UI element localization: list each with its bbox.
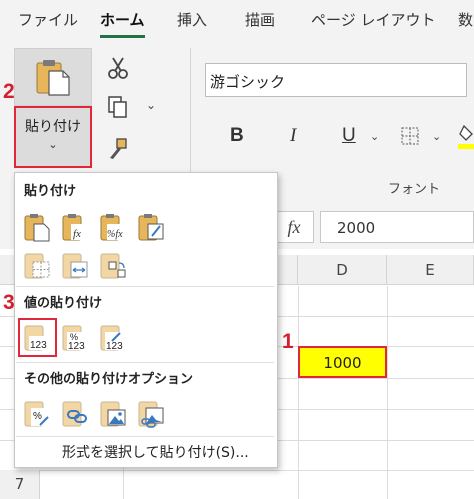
step-1-marker: 1	[282, 330, 294, 353]
paste-values-icon: 123	[24, 325, 51, 351]
paste-button[interactable]	[14, 48, 92, 106]
chevron-down-icon: ⌄	[48, 138, 58, 151]
clipboard-icon	[36, 60, 70, 96]
underline-options-chevron-icon[interactable]: ⌄	[370, 130, 379, 143]
bold-button[interactable]: B	[230, 125, 244, 147]
copy-icon	[108, 96, 127, 118]
italic-button[interactable]: I	[290, 125, 296, 147]
paste-no-borders-icon	[24, 253, 50, 279]
paste-formatting-icon: %	[24, 401, 49, 427]
active-tab-indicator	[100, 35, 145, 38]
section-paste-heading: 貼り付け	[24, 184, 77, 199]
value-123-glyph: 123	[106, 341, 123, 352]
paste-values-source-formatting-icon: 123	[100, 325, 127, 352]
paste-dropdown-button[interactable]: 貼り付け ⌄	[14, 106, 92, 168]
paste-special-menu-item[interactable]: 形式を選択して貼り付け(S)...	[62, 442, 249, 462]
paste-values-source-formatting-button[interactable]: 123	[98, 322, 128, 352]
section-paste-values-heading: 値の貼り付け	[24, 296, 103, 311]
paste-values-number-format-button[interactable]: % 123	[60, 322, 90, 352]
paste-formulas-icon: fx	[62, 214, 88, 241]
font-name-value: 游ゴシック	[210, 73, 286, 91]
formula-input[interactable]: 2000	[320, 211, 474, 243]
pct-fx-glyph: %fx	[107, 229, 123, 240]
menu-separator	[16, 362, 274, 363]
tab-file[interactable]: ファイル	[18, 9, 78, 30]
borders-icon	[401, 127, 419, 145]
copy-button[interactable]	[105, 94, 131, 125]
paste-keep-source-formatting-icon	[138, 214, 164, 241]
picture-icon	[100, 401, 126, 427]
grid-row-line	[0, 470, 474, 471]
paste-formulas-button[interactable]: fx	[60, 212, 90, 242]
paste-link-button[interactable]	[60, 398, 90, 428]
formula-value: 2000	[337, 219, 376, 237]
grid-column-line	[387, 286, 388, 499]
paste-transpose-button[interactable]	[98, 250, 128, 280]
paste-formulas-number-format-icon: %fx	[100, 214, 127, 241]
brush-icon	[110, 138, 127, 159]
paste-keep-source-formatting-button[interactable]	[136, 212, 166, 242]
paste-values-number-format-icon: % 123	[62, 325, 89, 352]
tab-home[interactable]: ホーム	[100, 9, 145, 30]
tab-draw[interactable]: 描画	[245, 9, 275, 30]
menu-separator	[16, 286, 274, 287]
insert-function-button[interactable]: fx	[274, 211, 314, 243]
paste-transpose-icon	[100, 253, 126, 279]
cell-d-selected[interactable]: 1000	[298, 346, 387, 378]
copy-options-chevron-icon[interactable]: ⌄	[146, 98, 156, 112]
linked-picture-icon	[138, 401, 164, 428]
font-group-label: フォント	[388, 182, 441, 197]
step-2-marker: 2	[3, 80, 15, 103]
fill-color-button[interactable]	[458, 122, 474, 155]
menu-separator	[16, 436, 274, 437]
paste-label: 貼り付け	[25, 119, 81, 135]
scissors-icon	[108, 57, 128, 79]
borders-chevron-icon[interactable]: ⌄	[432, 130, 441, 143]
tab-formulas[interactable]: 数	[458, 9, 473, 30]
tab-page-layout[interactable]: ページ レイアウト	[311, 9, 435, 30]
paste-keep-column-widths-button[interactable]	[60, 250, 90, 280]
fx-glyph: fx	[73, 228, 81, 240]
row-header-7[interactable]: 7	[0, 470, 40, 499]
format-painter-button[interactable]	[105, 136, 131, 167]
paste-column-widths-icon	[62, 253, 88, 279]
paste-formatting-button[interactable]: %	[22, 398, 52, 428]
paste-icon-button[interactable]	[22, 212, 52, 242]
paste-no-borders-button[interactable]	[22, 250, 52, 280]
tab-insert[interactable]: 挿入	[177, 9, 207, 30]
fill-bucket-icon	[458, 124, 474, 149]
paste-picture-button[interactable]	[98, 398, 128, 428]
column-header-e[interactable]: E	[387, 255, 474, 285]
cell-d-value: 1000	[323, 354, 362, 372]
column-header-d[interactable]: D	[298, 255, 387, 285]
paste-linked-picture-button[interactable]	[136, 398, 166, 428]
underline-button[interactable]: U	[342, 125, 356, 147]
paste-values-icon-wrapper[interactable]: 123	[22, 322, 52, 352]
pct-glyph: %	[33, 411, 42, 422]
fx-icon: fx	[287, 217, 301, 237]
value-123-glyph: 123	[30, 340, 47, 351]
step-3-marker: 3	[3, 291, 15, 314]
paste-clipboard-icon	[24, 214, 50, 242]
grid-column-line	[298, 286, 299, 499]
paste-formulas-number-format-button[interactable]: %fx	[98, 212, 128, 242]
font-name-dropdown[interactable]: 游ゴシック	[205, 63, 467, 97]
value-123-glyph: 123	[68, 341, 85, 352]
menu-bar: ファイル ホーム 挿入 描画 ページ レイアウト 数	[0, 0, 474, 40]
section-other-paste-options-heading: その他の貼り付けオプション	[24, 372, 194, 387]
cut-button[interactable]	[105, 55, 131, 86]
borders-button[interactable]	[400, 126, 420, 151]
link-icon	[62, 401, 87, 427]
